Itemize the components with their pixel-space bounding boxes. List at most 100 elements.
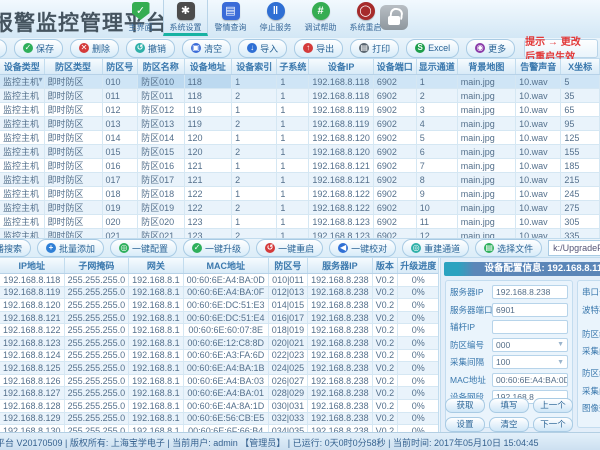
table-cell: 118 [184, 89, 232, 103]
column-header[interactable]: 设备类型 [0, 59, 44, 75]
config-field-value: 6901 [496, 305, 515, 315]
table-row[interactable]: 192.168.8.128255.255.255.0192.168.8.100:… [0, 399, 439, 412]
table-row[interactable]: 监控主机即时防区017防区01712121192.168.8.12169028m… [0, 173, 600, 187]
action-button-3[interactable]: ◎一键配置 [110, 239, 177, 257]
column-header[interactable]: 防区号 [268, 258, 307, 274]
menu-item-3[interactable]: ▤警情查询 [208, 0, 253, 36]
column-header[interactable]: 升级进度 [398, 258, 439, 274]
toolbar-button-4[interactable]: ↺撤销 [126, 39, 175, 58]
column-header[interactable]: 防区名称 [138, 59, 184, 75]
config-field-input[interactable]: 00:60:6E:A4:BA:0D [492, 373, 568, 387]
menu-item-5[interactable]: #调试帮助 [298, 0, 343, 36]
action-button-label: 一键升级 [205, 242, 241, 255]
table-row[interactable]: 192.168.8.130255.255.255.0192.168.8.100:… [0, 425, 439, 432]
table-row[interactable]: 监控主机即时防区011防区01111821192.168.8.11869022m… [0, 89, 600, 103]
table-row[interactable]: 监控主机▾即时防区010防区01011811192.168.8.11869021… [0, 75, 600, 89]
table-row[interactable]: 192.168.8.120255.255.255.0192.168.8.100:… [0, 299, 439, 312]
reboot-icon: ↺ [265, 243, 275, 253]
config-field-input[interactable]: 6901 [492, 303, 568, 317]
config-button-2[interactable]: 填写 [489, 398, 529, 413]
table-row[interactable]: 监控主机即时防区020防区02012311192.168.8.123690211… [0, 215, 600, 229]
table-row[interactable]: 192.168.8.123255.255.255.0192.168.8.100:… [0, 336, 439, 349]
table-row[interactable]: 监控主机即时防区021防区02112321192.168.8.123690212… [0, 229, 600, 239]
table-cell: 120 [184, 131, 232, 145]
action-button-7[interactable]: ◎重建通道 [402, 239, 469, 257]
config-button-3[interactable]: 上一个 [533, 398, 573, 413]
column-header[interactable]: 设备地址 [184, 59, 232, 75]
action-button-2[interactable]: +批量添加 [37, 239, 104, 257]
menu-item-4[interactable]: ‖停止服务 [253, 0, 298, 36]
config-field-input[interactable]: 192.168.8.238 [492, 285, 568, 299]
table-row[interactable]: 监控主机即时防区016防区01612111192.168.8.12169027m… [0, 159, 600, 173]
table-row[interactable]: 192.168.8.129255.255.255.0192.168.8.100:… [0, 412, 439, 425]
lock-icon[interactable] [380, 5, 408, 30]
toolbar-button-10[interactable]: ◉更多 [466, 39, 515, 58]
toolbar-button-2[interactable]: ✓保存 [14, 39, 63, 58]
action-button-8[interactable]: ▤选择文件 [475, 239, 542, 257]
table-row[interactable]: 监控主机即时防区013防区01311921192.168.8.11969024m… [0, 117, 600, 131]
column-header[interactable]: MAC地址 [183, 258, 268, 274]
table-row[interactable]: 192.168.8.121255.255.255.0192.168.8.100:… [0, 311, 439, 324]
table-cell: 1 [277, 229, 309, 239]
column-header[interactable]: 版本 [372, 258, 398, 274]
table-cell: main.jpg [457, 173, 515, 187]
table-row[interactable]: 192.168.8.122255.255.255.0192.168.8.100:… [0, 324, 439, 337]
toolbar-button-7[interactable]: ↑导出 [294, 39, 343, 58]
column-header[interactable]: 防区类型 [44, 59, 102, 75]
upgrade-file-input[interactable] [548, 240, 600, 256]
config-button-1[interactable]: 获取 [445, 398, 485, 413]
toolbar-button-8[interactable]: ▤打印 [350, 39, 399, 58]
toolbar-button-5[interactable]: ▣清空 [182, 39, 231, 58]
column-header[interactable]: 子系统 [277, 59, 309, 75]
config-button-4[interactable]: 设置 [445, 417, 485, 432]
table-row[interactable]: 监控主机即时防区015防区01512021192.168.8.12069026m… [0, 145, 600, 159]
column-header[interactable]: 服务器IP [308, 258, 373, 274]
toolbar-button-1[interactable]: +添加 [0, 39, 7, 58]
action-button-5[interactable]: ↺一键重启 [256, 239, 323, 257]
table-row[interactable]: 192.168.8.119255.255.255.0192.168.8.100:… [0, 286, 439, 299]
config-field-label: 辅杆IP [450, 321, 492, 333]
column-header[interactable]: X坐标 [561, 59, 600, 75]
column-header[interactable]: 设备索引 [232, 59, 277, 75]
toolbar: +添加✓保存✕删除↺撤销▣清空↓导入↑导出▤打印SExcel◉更多提示 → 更改… [0, 38, 600, 59]
dropdown-caret-icon[interactable]: ▾ [38, 75, 42, 84]
column-header[interactable]: 设备端口 [373, 59, 416, 75]
table-cell: 0% [398, 362, 439, 375]
menu-item-label: 系统重启 [350, 22, 382, 33]
config-button-5[interactable]: 清空 [489, 417, 529, 432]
action-button-6[interactable]: ◀一键校对 [329, 239, 396, 257]
table-row[interactable]: 监控主机即时防区012防区01211911192.168.8.11969023m… [0, 103, 600, 117]
menu-item-1[interactable]: ✓主界面 [118, 0, 163, 36]
action-button-4[interactable]: ✓一键升级 [183, 239, 250, 257]
table-cell: 2 [232, 145, 277, 159]
table-cell: 00:60:6E:60:07:8E [183, 324, 268, 337]
config-field-input[interactable]: 100▼ [492, 355, 568, 369]
config-field-label: 服务器IP [450, 286, 492, 298]
table-cell: 012|013 [268, 286, 307, 299]
config-button-6[interactable]: 下一个 [533, 417, 573, 432]
column-header[interactable]: 告警声音 [516, 59, 561, 75]
column-header[interactable]: 子网掩码 [64, 258, 129, 274]
excel-button[interactable]: SExcel [406, 39, 459, 58]
config-field-input[interactable] [492, 320, 568, 334]
table-row[interactable]: 192.168.8.118255.255.255.0192.168.8.100:… [0, 274, 439, 287]
table-row[interactable]: 192.168.8.125255.255.255.0192.168.8.100:… [0, 362, 439, 375]
table-row[interactable]: 监控主机即时防区014防区01412011192.168.8.12069025m… [0, 131, 600, 145]
column-header[interactable]: IP地址 [0, 258, 64, 274]
table-row[interactable]: 192.168.8.124255.255.255.0192.168.8.100:… [0, 349, 439, 362]
table-cell: 1 [277, 215, 309, 229]
table-row[interactable]: 监控主机即时防区018防区01812211192.168.8.12269029m… [0, 187, 600, 201]
column-header[interactable]: 防区号 [102, 59, 138, 75]
column-header[interactable]: 设备IP [309, 59, 374, 75]
toolbar-button-3[interactable]: ✕删除 [70, 39, 119, 58]
table-row[interactable]: 192.168.8.127255.255.255.0192.168.8.100:… [0, 387, 439, 400]
table-row[interactable]: 监控主机即时防区019防区01912221192.168.8.122690210… [0, 201, 600, 215]
column-header[interactable]: 背景地图 [457, 59, 515, 75]
menu-item-2[interactable]: ✱系统设置 [163, 0, 208, 36]
column-header[interactable]: 显示通道 [416, 59, 457, 75]
column-header[interactable]: 网关 [129, 258, 184, 274]
action-button-1[interactable]: ◎广播搜索 [0, 239, 31, 257]
table-row[interactable]: 192.168.8.126255.255.255.0192.168.8.100:… [0, 374, 439, 387]
toolbar-button-6[interactable]: ↓导入 [238, 39, 287, 58]
config-field-input[interactable]: 000▼ [492, 338, 568, 352]
